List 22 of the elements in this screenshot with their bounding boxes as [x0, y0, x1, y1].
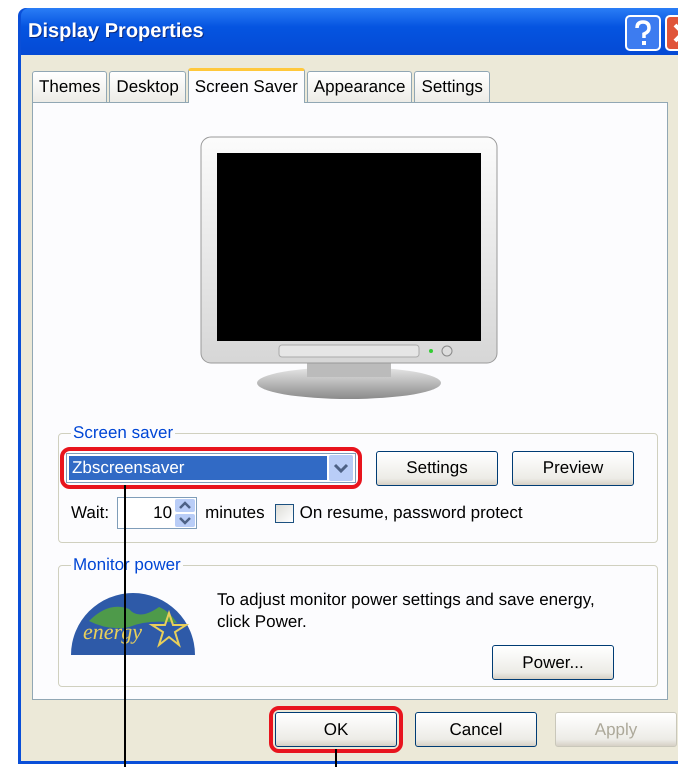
- help-icon[interactable]: [625, 14, 661, 50]
- dialog-button[interactable]: Cancel: [415, 712, 537, 747]
- tab[interactable]: Appearance: [306, 71, 412, 102]
- wait-spinner[interactable]: 10: [117, 497, 198, 529]
- group-label: Screen saver: [72, 423, 174, 443]
- checkbox-label: On resume, password protect: [300, 503, 523, 523]
- tab[interactable]: Themes: [32, 71, 108, 102]
- screen-saver-dropdown[interactable]: Zbscreensaver: [66, 453, 356, 483]
- chevron-down-icon[interactable]: [329, 455, 353, 481]
- description-text: To adjust monitor power settings and save energy, click Power.: [217, 589, 596, 633]
- minutes-label: minutes: [205, 503, 265, 523]
- dialog-button[interactable]: OK: [275, 712, 397, 747]
- tab[interactable]: Desktop: [109, 71, 186, 102]
- dialog-button[interactable]: Preview: [512, 450, 634, 486]
- window-title: Display Properties: [28, 20, 204, 43]
- spinner-arrows-icon[interactable]: [175, 499, 196, 527]
- dialog-button[interactable]: Settings: [376, 450, 498, 486]
- tab[interactable]: Settings: [414, 71, 490, 102]
- checkbox[interactable]: [274, 504, 294, 522]
- power-button[interactable]: Power...: [492, 645, 614, 680]
- tab[interactable]: Screen Saver: [188, 68, 305, 103]
- wait-label: Wait:: [71, 503, 110, 523]
